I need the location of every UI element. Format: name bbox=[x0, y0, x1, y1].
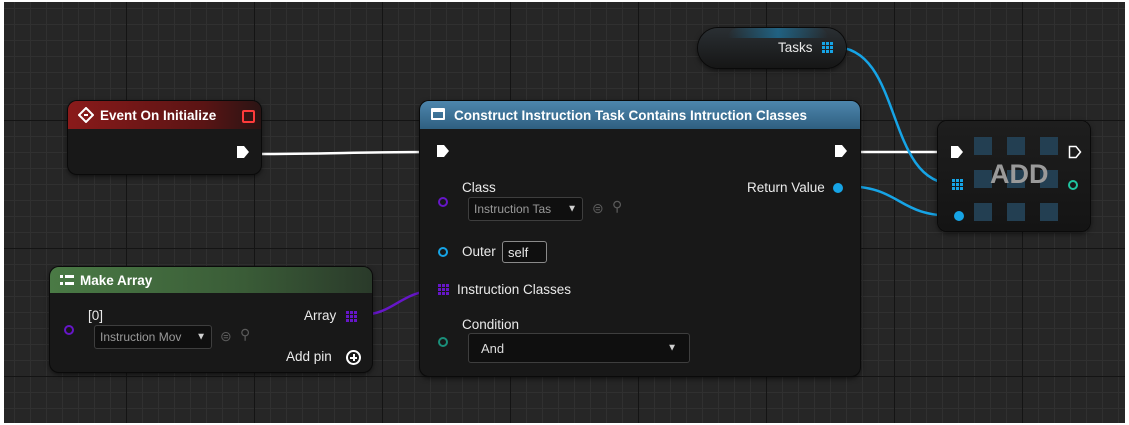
event-node-title: Event On Initialize bbox=[100, 107, 217, 123]
outer-value: self bbox=[508, 244, 529, 260]
add-target-array-pin[interactable] bbox=[952, 179, 963, 190]
condition-label: Condition bbox=[462, 317, 520, 332]
array-icon bbox=[60, 275, 74, 285]
add-node-label: ADD bbox=[990, 159, 1049, 189]
make-array-header[interactable]: Make Array bbox=[50, 267, 372, 293]
return-value-label: Return Value bbox=[747, 180, 825, 195]
add-exec-out-pin[interactable] bbox=[1068, 145, 1082, 159]
construct-object-node[interactable]: Construct Instruction Task Contains Intr… bbox=[420, 101, 860, 376]
function-icon bbox=[431, 108, 445, 120]
return-value-pin[interactable] bbox=[833, 183, 843, 193]
array-item-dropdown[interactable]: Instruction Mov ▼ bbox=[94, 325, 212, 349]
event-diamond-icon bbox=[78, 107, 94, 123]
outer-pin-label: Outer bbox=[462, 244, 496, 259]
delegate-square-icon[interactable] bbox=[242, 110, 255, 123]
event-node-header[interactable]: Event On Initialize bbox=[68, 101, 261, 129]
tasks-array-pin[interactable] bbox=[822, 42, 833, 53]
chevron-down-icon: ▼ bbox=[667, 342, 677, 354]
plus-circle-icon[interactable] bbox=[346, 350, 361, 365]
tasks-node-highlight bbox=[728, 28, 828, 38]
add-pin-label[interactable]: Add pin bbox=[286, 349, 332, 364]
condition-dropdown[interactable]: And ▼ bbox=[468, 333, 690, 363]
chevron-down-icon: ▼ bbox=[196, 331, 206, 343]
tasks-variable-node[interactable]: Tasks bbox=[698, 28, 846, 68]
construct-node-header[interactable]: Construct Instruction Task Contains Intr… bbox=[420, 101, 860, 129]
search-icon[interactable]: ⚲ bbox=[240, 326, 250, 343]
array-output-pin[interactable] bbox=[346, 311, 357, 322]
add-exec-in-pin[interactable] bbox=[950, 145, 964, 159]
array-item-value: Instruction Mov bbox=[100, 330, 182, 344]
array-add-node[interactable]: ADD bbox=[938, 121, 1090, 231]
class-dropdown-value: Instruction Tas bbox=[474, 202, 552, 216]
class-dropdown[interactable]: Instruction Tas ▼ bbox=[468, 197, 583, 221]
construct-exec-out-pin[interactable] bbox=[834, 144, 848, 158]
event-on-initialize-node[interactable]: Event On Initialize bbox=[68, 101, 261, 174]
instruction-classes-pin[interactable] bbox=[438, 284, 449, 295]
instruction-classes-label: Instruction Classes bbox=[457, 282, 572, 297]
class-pin-label: Class bbox=[462, 180, 496, 195]
condition-input-pin[interactable] bbox=[438, 337, 448, 347]
construct-exec-in-pin[interactable] bbox=[436, 144, 450, 158]
tasks-label: Tasks bbox=[778, 40, 813, 55]
class-input-pin[interactable] bbox=[438, 197, 448, 207]
outer-value-field[interactable]: self bbox=[502, 241, 547, 263]
add-index-out-pin[interactable] bbox=[1068, 180, 1078, 190]
array-item-pin[interactable] bbox=[64, 325, 74, 335]
blueprint-graph[interactable]: Tasks Event On Initialize Construct Inst… bbox=[4, 2, 1125, 423]
make-array-title: Make Array bbox=[80, 272, 153, 288]
exec-wire-event-to-construct[interactable] bbox=[255, 150, 433, 156]
construct-node-title: Construct Instruction Task Contains Intr… bbox=[454, 107, 808, 123]
array-output-label: Array bbox=[304, 308, 337, 323]
browse-arrow-icon[interactable]: ⊜ bbox=[592, 200, 604, 217]
make-array-node[interactable]: Make Array [0] Instruction Mov ▼ ⊜ ⚲ Arr… bbox=[50, 267, 372, 372]
event-exec-out-pin[interactable] bbox=[236, 145, 250, 159]
browse-arrow-icon[interactable]: ⊜ bbox=[220, 328, 232, 345]
outer-input-pin[interactable] bbox=[438, 247, 448, 257]
array-index-label: [0] bbox=[88, 308, 104, 323]
condition-dropdown-value: And bbox=[481, 340, 505, 356]
search-icon[interactable]: ⚲ bbox=[612, 198, 622, 215]
add-new-item-pin[interactable] bbox=[954, 211, 964, 221]
chevron-down-icon: ▼ bbox=[567, 203, 577, 215]
